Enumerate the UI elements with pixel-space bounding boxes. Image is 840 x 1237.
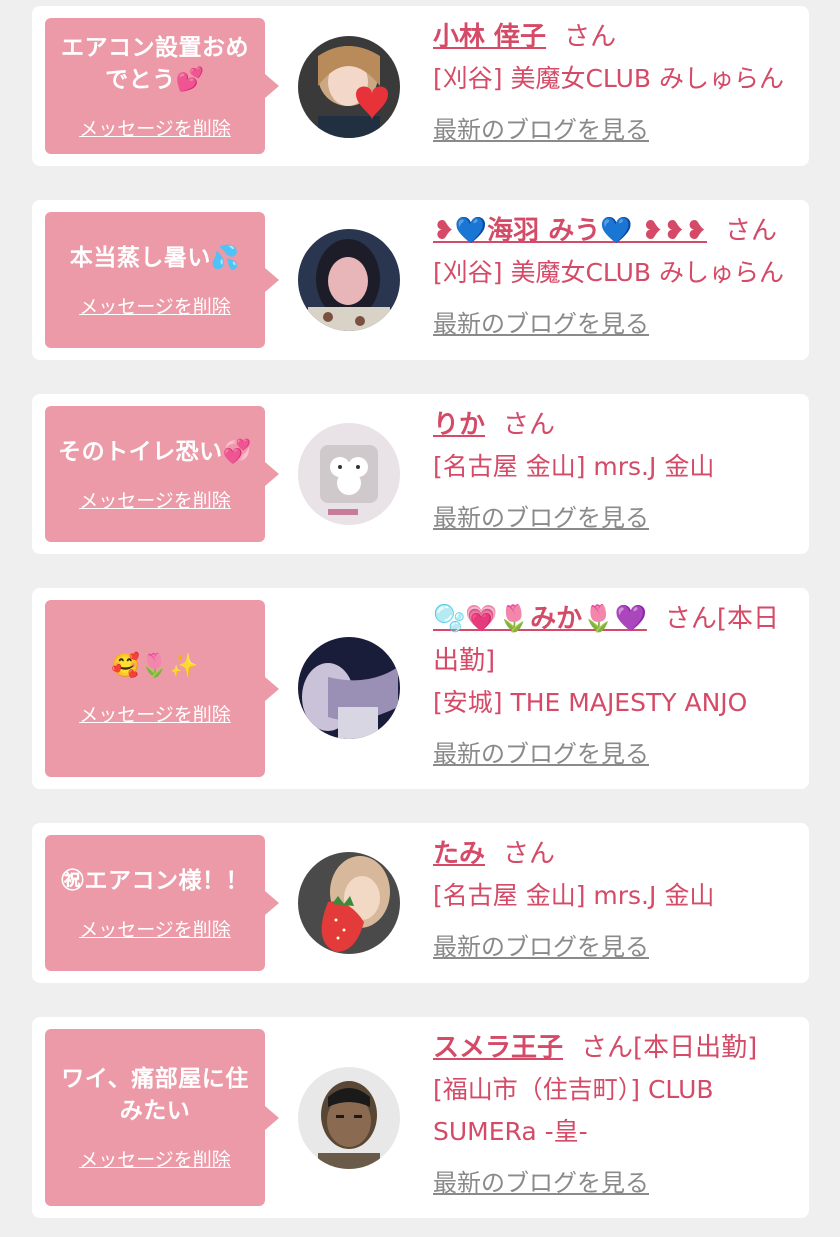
delete-message-link[interactable]: メッセージを削除	[79, 1145, 231, 1172]
message-card: 🥰🌷✨ メッセージを削除 🫧💗🌷みか🌷💜 さん[本日出勤] [安城] THE MA…	[32, 588, 809, 789]
sender-info: スメラ王子 さん[本日出勤] [福山市（住吉町）] CLUB SUMERa -皇-…	[433, 1027, 795, 1198]
sender-name-link[interactable]: たみ	[433, 839, 485, 869]
message-card: ワイ、痛部屋に住みたい メッセージを削除 スメラ王子 さん[本日出勤] [福山市（…	[32, 1017, 809, 1218]
sender-info: 🫧💗🌷みか🌷💜 さん[本日出勤] [安城] THE MAJESTY ANJO 最新…	[433, 598, 795, 769]
honorific: さん	[725, 216, 778, 246]
message-text: エアコン設置おめでとう💕	[61, 34, 249, 93]
message-text: ワイ、痛部屋に住みたい	[61, 1066, 249, 1124]
sender-name-link[interactable]: 小林 倖子	[433, 22, 546, 52]
shop-name: [刈谷] 美魔女CLUB みしゅらん	[433, 258, 784, 287]
sender-info: ❥💙海羽 みう💙 ❥❥❥ さん [刈谷] 美魔女CLUB みしゅらん 最新のブログ…	[433, 210, 795, 339]
sender-name-link[interactable]: ❥💙海羽 みう💙 ❥❥❥	[433, 216, 707, 246]
latest-blog-link[interactable]: 最新のブログを見る	[433, 498, 649, 533]
delete-message-link[interactable]: メッセージを削除	[79, 486, 231, 513]
shop-name: [安城] THE MAJESTY ANJO	[433, 688, 748, 717]
message-card: 本当蒸し暑い💦 メッセージを削除 ❥💙海羽 みう💙 ❥❥❥ さん [刈谷] 美魔女…	[32, 200, 809, 360]
avatar[interactable]	[298, 637, 400, 739]
message-bubble: 本当蒸し暑い💦 メッセージを削除	[45, 212, 279, 348]
avatar[interactable]	[298, 423, 400, 525]
message-text: ㊗エアコン様！！	[61, 867, 249, 894]
message-text: 🥰🌷✨	[111, 653, 199, 679]
latest-blog-link[interactable]: 最新のブログを見る	[433, 110, 649, 145]
honorific: さん[本日出勤]	[581, 1033, 758, 1063]
message-bubble: そのトイレ恐い💞 メッセージを削除	[45, 406, 279, 542]
sender-name-link[interactable]: スメラ王子	[433, 1033, 563, 1063]
avatar[interactable]	[298, 852, 400, 954]
message-card: そのトイレ恐い💞 メッセージを削除 りか さん [名古屋 金山] mrs.J 金山…	[32, 394, 809, 554]
message-card: エアコン設置おめでとう💕 メッセージを削除 小林 倖子 さん [刈谷] 美魔女CL…	[32, 6, 809, 166]
latest-blog-link[interactable]: 最新のブログを見る	[433, 304, 649, 339]
honorific: さん	[503, 410, 556, 440]
sender-info: 小林 倖子 さん [刈谷] 美魔女CLUB みしゅらん 最新のブログを見る	[433, 16, 795, 145]
delete-message-link[interactable]: メッセージを削除	[79, 292, 231, 319]
message-bubble: エアコン設置おめでとう💕 メッセージを削除	[45, 18, 279, 154]
sender-name-link[interactable]: りか	[433, 410, 485, 440]
latest-blog-link[interactable]: 最新のブログを見る	[433, 1163, 649, 1198]
message-list: エアコン設置おめでとう💕 メッセージを削除 小林 倖子 さん [刈谷] 美魔女CL…	[0, 0, 840, 1237]
latest-blog-link[interactable]: 最新のブログを見る	[433, 734, 649, 769]
latest-blog-link[interactable]: 最新のブログを見る	[433, 927, 649, 962]
message-text: そのトイレ恐い💞	[58, 438, 252, 465]
avatar[interactable]	[298, 1067, 400, 1169]
delete-message-link[interactable]: メッセージを削除	[79, 114, 231, 141]
shop-name: [名古屋 金山] mrs.J 金山	[433, 452, 715, 481]
shop-name: [名古屋 金山] mrs.J 金山	[433, 881, 715, 910]
sender-info: たみ さん [名古屋 金山] mrs.J 金山 最新のブログを見る	[433, 833, 795, 962]
shop-name: [福山市（住吉町）] CLUB SUMERa -皇-	[433, 1075, 714, 1146]
sender-name-link[interactable]: 🫧💗🌷みか🌷💜	[433, 604, 647, 634]
message-bubble: ワイ、痛部屋に住みたい メッセージを削除	[45, 1029, 279, 1206]
avatar[interactable]	[298, 229, 400, 331]
shop-name: [刈谷] 美魔女CLUB みしゅらん	[433, 64, 784, 93]
message-bubble: ㊗エアコン様！！ メッセージを削除	[45, 835, 279, 971]
honorific: さん	[503, 839, 556, 869]
message-text: 本当蒸し暑い💦	[69, 244, 241, 271]
delete-message-link[interactable]: メッセージを削除	[79, 700, 231, 727]
sender-info: りか さん [名古屋 金山] mrs.J 金山 最新のブログを見る	[433, 404, 795, 533]
delete-message-link[interactable]: メッセージを削除	[79, 915, 231, 942]
message-card: ㊗エアコン様！！ メッセージを削除 たみ さん [名古屋 金山] mrs.J 金山…	[32, 823, 809, 983]
honorific: さん	[564, 22, 617, 52]
avatar[interactable]	[298, 36, 400, 138]
message-bubble: 🥰🌷✨ メッセージを削除	[45, 600, 279, 777]
